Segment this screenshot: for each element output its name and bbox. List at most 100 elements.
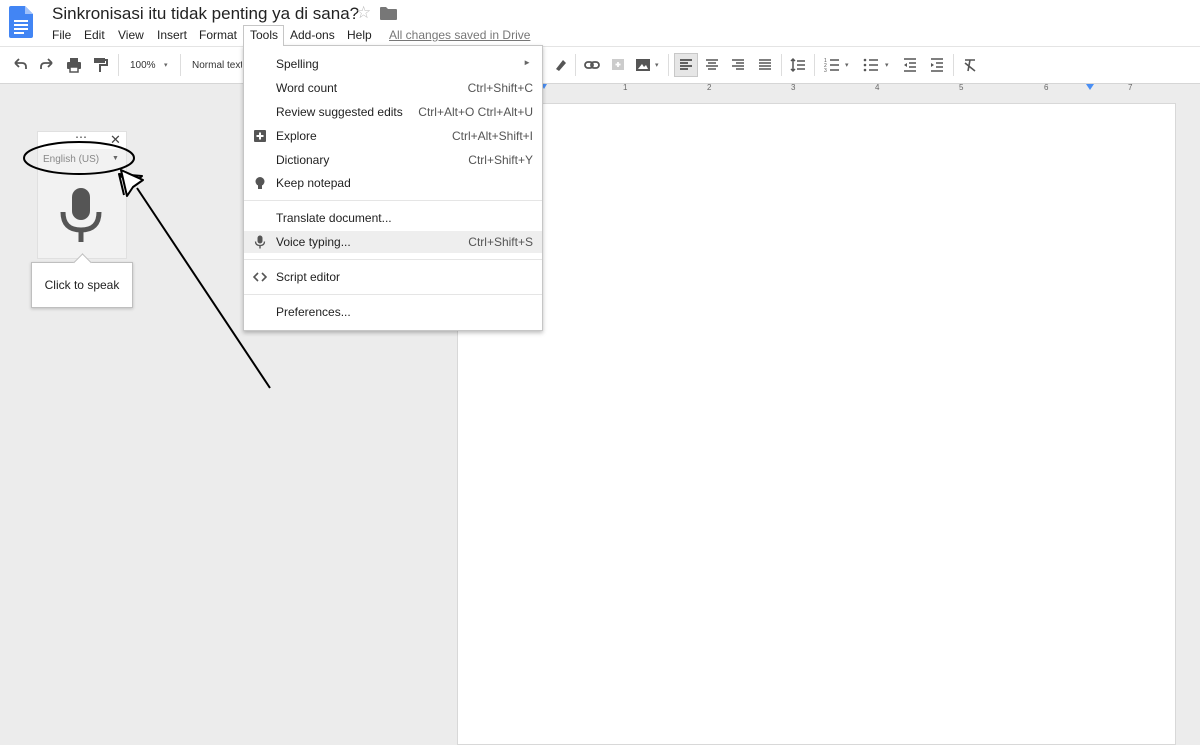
menu-item-translate-document[interactable]: Translate document... bbox=[244, 207, 542, 229]
toolbar: 100% ▾ Normal text ▾ 123 ▾ ▾ bbox=[0, 46, 1200, 84]
highlighter-icon bbox=[556, 60, 566, 71]
microphone-icon bbox=[254, 235, 266, 249]
menu-item-shortcut: Ctrl+Shift+S bbox=[468, 235, 533, 249]
ruler[interactable]: 1 2 3 4 5 6 7 bbox=[541, 83, 1200, 94]
align-right-icon bbox=[732, 59, 744, 70]
svg-text:3: 3 bbox=[824, 68, 827, 74]
menu-item-preferences[interactable]: Preferences... bbox=[244, 301, 542, 323]
toolbar-divider bbox=[953, 54, 954, 76]
menu-item-explore[interactable]: Explore Ctrl+Alt+Shift+I bbox=[244, 125, 542, 147]
menu-edit[interactable]: Edit bbox=[80, 27, 109, 43]
menu-item-shortcut: Ctrl+Alt+Shift+I bbox=[451, 129, 533, 143]
folder-icon[interactable] bbox=[380, 7, 397, 20]
menu-divider bbox=[244, 259, 542, 260]
clear-formatting-icon bbox=[964, 59, 976, 72]
line-spacing-icon bbox=[790, 57, 805, 73]
add-comment-icon bbox=[612, 59, 624, 70]
image-caret-icon[interactable]: ▾ bbox=[655, 61, 659, 69]
zoom-caret-icon[interactable]: ▾ bbox=[164, 61, 168, 69]
menu-item-label: Voice typing... bbox=[276, 235, 351, 249]
redo-icon bbox=[40, 58, 53, 69]
menu-item-keep-notepad[interactable]: Keep notepad bbox=[244, 172, 542, 194]
zoom-select[interactable]: 100% bbox=[130, 60, 156, 71]
voice-typing-panel: ⋯ ✕ English (US) ▼ bbox=[37, 130, 127, 259]
clear-formatting-button[interactable] bbox=[959, 54, 981, 76]
voice-panel-header[interactable]: ⋯ ✕ bbox=[38, 130, 126, 149]
language-select[interactable]: English (US) bbox=[43, 154, 99, 165]
menu-insert[interactable]: Insert bbox=[153, 27, 191, 43]
line-spacing-button[interactable] bbox=[787, 54, 809, 76]
menu-tools[interactable]: Tools bbox=[243, 25, 285, 46]
numbered-list-icon: 123 bbox=[824, 58, 839, 74]
document-title[interactable]: Sinkronisasi itu tidak penting ya di san… bbox=[52, 4, 359, 24]
bulleted-list-caret-icon[interactable]: ▾ bbox=[885, 61, 889, 69]
align-left-icon bbox=[680, 59, 692, 70]
bulleted-list-icon bbox=[863, 58, 878, 72]
bulleted-list-button[interactable] bbox=[860, 54, 882, 76]
chevron-down-icon[interactable]: ▼ bbox=[112, 155, 119, 162]
print-button[interactable] bbox=[63, 54, 85, 76]
menu-item-label: Dictionary bbox=[276, 153, 330, 167]
undo-icon bbox=[14, 58, 27, 69]
insert-link-button[interactable] bbox=[581, 54, 603, 76]
menu-item-label: Explore bbox=[276, 129, 317, 143]
insert-comment-button[interactable] bbox=[607, 54, 629, 76]
justify-button[interactable] bbox=[754, 54, 776, 76]
paint-format-button[interactable] bbox=[89, 54, 111, 76]
menu-item-voice-typing[interactable]: Voice typing... Ctrl+Shift+S bbox=[244, 231, 542, 253]
numbered-list-caret-icon[interactable]: ▾ bbox=[845, 61, 849, 69]
increase-indent-button[interactable] bbox=[926, 54, 948, 76]
document-page[interactable] bbox=[457, 103, 1176, 745]
menu-item-label: Translate document... bbox=[276, 211, 392, 225]
toolbar-divider bbox=[781, 54, 782, 76]
link-icon bbox=[584, 61, 600, 69]
decrease-indent-button[interactable] bbox=[899, 54, 921, 76]
menu-format[interactable]: Format bbox=[195, 27, 241, 43]
align-left-button[interactable] bbox=[674, 53, 698, 77]
star-icon[interactable]: ☆ bbox=[356, 3, 371, 23]
toolbar-divider bbox=[575, 54, 576, 76]
menu-view[interactable]: View bbox=[114, 27, 148, 43]
align-right-button[interactable] bbox=[727, 54, 749, 76]
insert-image-button[interactable] bbox=[632, 54, 654, 76]
drag-handle-icon[interactable]: ⋯ bbox=[75, 130, 88, 144]
numbered-list-button[interactable]: 123 bbox=[821, 54, 843, 76]
close-icon[interactable]: ✕ bbox=[110, 132, 121, 148]
increase-indent-icon bbox=[931, 58, 943, 72]
menu-item-review-suggested-edits[interactable]: Review suggested edits Ctrl+Alt+O Ctrl+A… bbox=[244, 101, 542, 123]
ruler-number: 6 bbox=[1044, 83, 1049, 92]
right-indent-marker-icon[interactable] bbox=[1086, 84, 1094, 91]
align-center-button[interactable] bbox=[701, 54, 723, 76]
menu-item-label: Spelling bbox=[276, 57, 319, 71]
menu-item-label: Keep notepad bbox=[276, 176, 351, 190]
menu-addons[interactable]: Add-ons bbox=[286, 27, 339, 43]
menu-item-shortcut: Ctrl+Shift+C bbox=[467, 81, 533, 95]
ruler-number: 1 bbox=[623, 83, 628, 92]
menu-item-script-editor[interactable]: Script editor bbox=[244, 266, 542, 288]
menu-item-dictionary[interactable]: Dictionary Ctrl+Shift+Y bbox=[244, 149, 542, 171]
ruler-number: 5 bbox=[959, 83, 964, 92]
lightbulb-icon bbox=[255, 177, 265, 189]
menu-item-shortcut: Ctrl+Alt+O Ctrl+Alt+U bbox=[418, 105, 533, 119]
menu-file[interactable]: File bbox=[48, 27, 75, 43]
menu-item-word-count[interactable]: Word count Ctrl+Shift+C bbox=[244, 77, 542, 99]
highlight-button[interactable] bbox=[549, 54, 571, 76]
redo-button[interactable] bbox=[36, 54, 58, 76]
decrease-indent-icon bbox=[904, 58, 916, 72]
menu-item-spelling[interactable]: Spelling ► bbox=[244, 53, 542, 75]
style-select[interactable]: Normal text bbox=[192, 60, 242, 71]
docs-logo-icon[interactable] bbox=[9, 6, 33, 38]
ruler-number: 2 bbox=[707, 83, 712, 92]
align-center-icon bbox=[706, 59, 718, 70]
ruler-number: 4 bbox=[875, 83, 880, 92]
header: Sinkronisasi itu tidak penting ya di san… bbox=[0, 0, 1200, 46]
tools-menu: Spelling ► Word count Ctrl+Shift+C Revie… bbox=[243, 45, 543, 331]
menu-item-label: Preferences... bbox=[276, 305, 351, 319]
save-status-link[interactable]: All changes saved in Drive bbox=[389, 28, 530, 42]
undo-button[interactable] bbox=[9, 54, 31, 76]
image-icon bbox=[636, 59, 650, 71]
menu-help[interactable]: Help bbox=[343, 27, 376, 43]
microphone-icon[interactable] bbox=[59, 188, 103, 244]
justify-icon bbox=[759, 59, 771, 70]
tooltip-text: Click to speak bbox=[44, 278, 120, 292]
